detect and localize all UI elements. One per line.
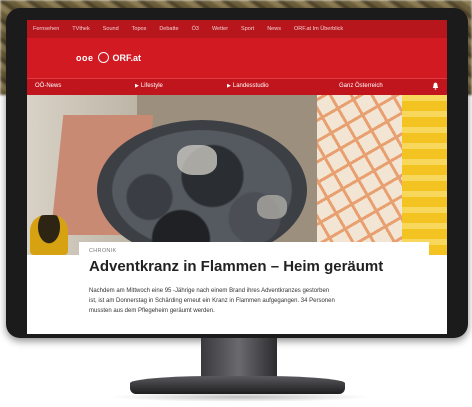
monitor: Fernsehen TVthek Sound Topos Debatte Ö3 … [6, 8, 468, 338]
top-navigation: Fernsehen TVthek Sound Topos Debatte Ö3 … [27, 20, 447, 38]
stand-shadow [110, 392, 370, 402]
topnav-item[interactable]: Wetter [212, 26, 228, 32]
topnav-item[interactable]: Sport [241, 26, 254, 32]
photo-yellow-panel [402, 95, 447, 255]
nav-ooe-news[interactable]: OÖ-News [35, 83, 61, 89]
teaser-line: mussten aus dem Pflegeheim geräumt werde… [89, 308, 215, 314]
article-photo[interactable] [27, 95, 447, 255]
topnav-item[interactable]: ORF.at Im Überblick [294, 26, 343, 32]
yellow-pot [30, 215, 68, 255]
topnav-item[interactable]: TVthek [72, 26, 89, 32]
ash-debris [257, 195, 287, 219]
chevron-right-icon: ▶ [135, 83, 139, 89]
topnav-item[interactable]: Topos [132, 26, 147, 32]
article-card[interactable]: CHRONIK Adventkranz in Flammen – Heim ge… [79, 242, 429, 334]
nav-landesstudio[interactable]: ▶ Landesstudio [227, 83, 269, 89]
monitor-stand-neck [201, 338, 277, 380]
ash-debris [177, 145, 217, 175]
category-navigation: OÖ-News ▶ Lifestyle ▶ Landesstudio Ganz Ös… [27, 78, 447, 95]
topnav-item[interactable]: Ö3 [192, 26, 199, 32]
teaser-line: ist, ist am Donnerstag in Schärding erne… [89, 298, 335, 304]
topnav-item[interactable]: Fernsehen [33, 26, 59, 32]
nav-lifestyle[interactable]: ▶ Lifestyle [135, 83, 163, 89]
browser-screen: Fernsehen TVthek Sound Topos Debatte Ö3 … [27, 20, 447, 334]
site-logo[interactable]: ooe ORF.at [76, 52, 141, 63]
nav-lifestyle-label: Lifestyle [140, 83, 163, 89]
chevron-right-icon: ▶ [227, 83, 231, 89]
topnav-item[interactable]: Sound [103, 26, 119, 32]
nav-ganz-oesterreich[interactable]: Ganz Österreich [339, 83, 383, 89]
nav-landesstudio-label: Landesstudio [232, 83, 269, 89]
teaser-line: Nachdem am Mittwoch eine 95 -Jährige nac… [89, 288, 330, 294]
article-headline[interactable]: Adventkranz in Flammen – Heim geräumt [89, 258, 383, 275]
site-logo-text: ORF.at [112, 52, 142, 63]
article-kicker: CHRONIK [89, 248, 117, 254]
brand-header: ooe ORF.at [27, 38, 447, 78]
orf-eye-icon [97, 52, 109, 63]
article-teaser: Nachdem am Mittwoch eine 95 -Jährige nac… [89, 286, 419, 316]
topnav-item[interactable]: News [267, 26, 281, 32]
station-logo-text: ooe [76, 52, 94, 63]
bell-icon[interactable] [432, 82, 439, 90]
burnt-wreath [97, 120, 307, 255]
topnav-item[interactable]: Debatte [159, 26, 178, 32]
